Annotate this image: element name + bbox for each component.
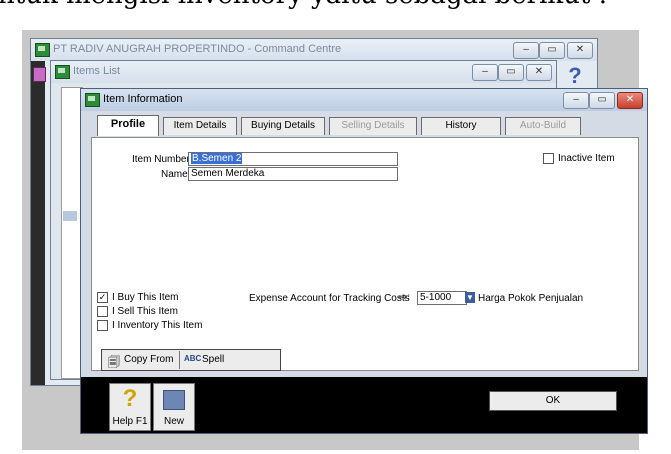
help-question-icon: ? <box>122 385 138 412</box>
spell-icon: ABC <box>184 354 202 363</box>
tab-profile[interactable]: Profile <box>97 115 159 136</box>
items-list-title: Items List <box>73 65 121 77</box>
item-info-minimize-button[interactable]: ‒ <box>563 92 589 109</box>
name-field[interactable]: Semen Merdeka <box>188 167 398 181</box>
new-button[interactable]: New <box>153 383 195 431</box>
items-list-maximize-button[interactable]: ▭ <box>498 64 524 81</box>
item-information-titlebar[interactable]: Item Information ‒ ▭ ✕ <box>81 89 647 111</box>
items-list-titlebar[interactable]: Items List ‒ ▭ ✕ <box>51 61 556 83</box>
command-centre-title: PT RADIV ANUGRAH PROPERTINDO - Command C… <box>53 43 342 55</box>
help-icon[interactable]: ? <box>561 63 589 89</box>
copy-from-icon: 🗐 <box>108 355 120 369</box>
page-caption: ntuk mengisi inventory yaitu sebagai ber… <box>0 0 607 10</box>
name-label: Name: <box>161 169 191 180</box>
expense-account-label: Expense Account for Tracking Costs <box>249 293 410 304</box>
account-list-icon[interactable]: ▼ <box>465 292 475 303</box>
spell-button[interactable]: Spell <box>202 354 224 365</box>
item-info-maximize-button[interactable]: ▭ <box>589 92 615 109</box>
tab-selling-details[interactable]: Selling Details <box>329 117 417 135</box>
command-centre-titlebar[interactable]: PT RADIV ANUGRAH PROPERTINDO - Command C… <box>31 39 597 61</box>
buy-item-label: I Buy This Item <box>112 292 179 303</box>
copy-from-button[interactable]: Copy From <box>124 354 173 365</box>
app-icon <box>35 43 50 57</box>
module-icon[interactable] <box>33 67 46 82</box>
tab-auto-build[interactable]: Auto-Build <box>505 117 581 135</box>
bar-divider <box>179 351 180 369</box>
item-information-window: Item Information ‒ ▭ ✕ Profile Item Deta… <box>80 88 648 434</box>
expense-account-name: Harga Pokok Penjualan <box>478 293 584 304</box>
command-centre-sidebar <box>31 61 46 385</box>
help-button[interactable]: ? Help F1 <box>109 383 151 431</box>
window-footer: ? Help F1 New OK <box>81 377 647 433</box>
items-list-minimize-button[interactable]: ‒ <box>472 64 498 81</box>
item-number-field[interactable]: B.Semen 2 <box>188 152 398 166</box>
new-book-icon <box>163 390 185 410</box>
tab-buying-details[interactable]: Buying Details <box>241 117 325 135</box>
minimize-button[interactable]: ‒ <box>513 42 539 59</box>
copy-spell-bar: 🗐 Copy From ABC Spell <box>101 349 281 371</box>
item-number-label: Item Number: <box>132 154 193 165</box>
item-information-icon <box>85 93 100 107</box>
inactive-item-checkbox[interactable] <box>543 153 554 164</box>
sell-item-checkbox[interactable] <box>97 306 108 317</box>
tab-history[interactable]: History <box>421 117 501 135</box>
item-info-close-button[interactable]: ✕ <box>617 92 643 109</box>
items-list-selected-row[interactable] <box>63 211 77 221</box>
close-button[interactable]: ✕ <box>567 42 593 59</box>
item-number-value: B.Semen 2 <box>191 153 243 164</box>
expense-account-field[interactable]: 5-1000 <box>417 291 467 305</box>
items-list-icon <box>55 65 70 79</box>
items-list-close-button[interactable]: ✕ <box>526 64 552 81</box>
profile-panel: Item Number: B.Semen 2 Name: Semen Merde… <box>91 137 639 371</box>
sell-item-label: I Sell This Item <box>112 306 178 317</box>
new-button-label: New <box>163 416 184 427</box>
ok-button[interactable]: OK <box>489 391 617 411</box>
buy-item-checkbox[interactable]: ✓ <box>97 292 108 303</box>
item-information-title: Item Information <box>103 93 183 105</box>
arrow-icon: ⇨: <box>399 292 411 303</box>
inactive-item-label: Inactive Item <box>558 153 615 164</box>
help-button-label: Help F1 <box>112 416 148 427</box>
maximize-button[interactable]: ▭ <box>539 42 565 59</box>
inventory-item-label: I Inventory This Item <box>112 320 203 331</box>
tab-item-details[interactable]: Item Details <box>163 117 237 135</box>
inventory-item-checkbox[interactable] <box>97 320 108 331</box>
